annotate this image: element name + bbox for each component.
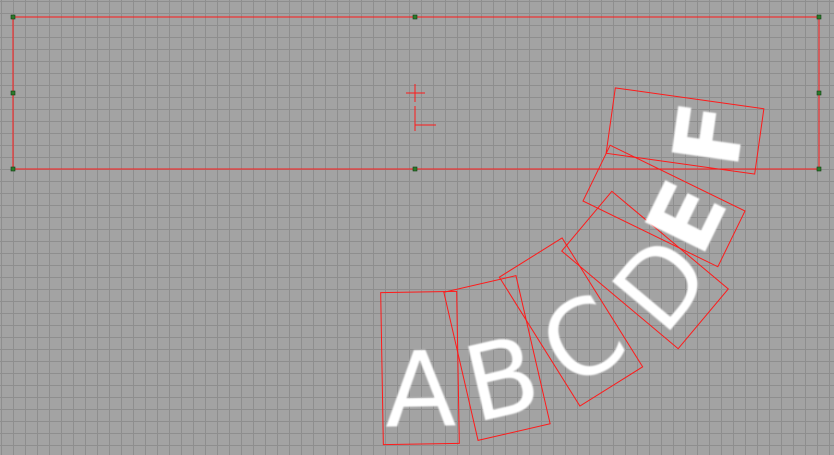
resize-handle-bottom-left[interactable] — [10, 166, 16, 172]
resize-handle-bottom-center[interactable] — [412, 166, 418, 172]
resize-handle-middle-left[interactable] — [10, 90, 16, 96]
letter-glyph: F — [653, 96, 768, 173]
resize-handle-bottom-right[interactable] — [816, 166, 822, 172]
letter-f[interactable]: F — [605, 87, 768, 175]
canvas-overlay: ABCDEF — [10, 14, 822, 452]
letter-glyph: A — [384, 328, 457, 451]
design-canvas[interactable]: ABCDEF — [0, 0, 834, 455]
resize-handle-top-right[interactable] — [816, 14, 822, 20]
resize-handle-middle-right[interactable] — [816, 90, 822, 96]
resize-handle-top-center[interactable] — [412, 14, 418, 20]
text-on-path[interactable]: ABCDEF — [380, 87, 768, 452]
resize-handle-top-left[interactable] — [10, 14, 16, 20]
letter-a[interactable]: A — [380, 290, 460, 452]
center-pivot-marker[interactable] — [406, 84, 425, 102]
origin-marker[interactable] — [414, 106, 436, 131]
